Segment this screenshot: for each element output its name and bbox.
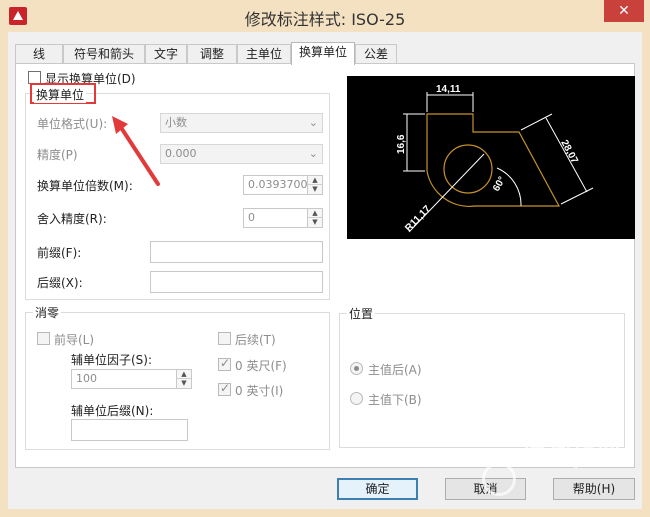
close-button[interactable]: ✕ — [604, 0, 644, 22]
arrow-shaft — [118, 124, 160, 186]
watermark-logo — [482, 462, 516, 496]
window-title: 修改标注样式: ISO-25 — [244, 10, 406, 29]
ok-button[interactable]: 确定 — [337, 478, 418, 500]
tab-alternate-units[interactable]: 换算单位 — [291, 42, 355, 65]
help-button[interactable]: 帮助(H) — [553, 478, 635, 500]
dialog-client-area: 线 符号和箭头 文字 调整 主单位 换算单位 公差 显示换算单位(D) 换算单位… — [8, 32, 642, 509]
watermark-sub: zhinan.sogou.com — [520, 456, 621, 469]
dialog-window: 修改标注样式: ISO-25 ✕ 线 符号和箭头 文字 调整 主单位 换算单位 … — [0, 0, 650, 517]
title-bar[interactable]: 修改标注样式: ISO-25 ✕ — [0, 0, 650, 32]
